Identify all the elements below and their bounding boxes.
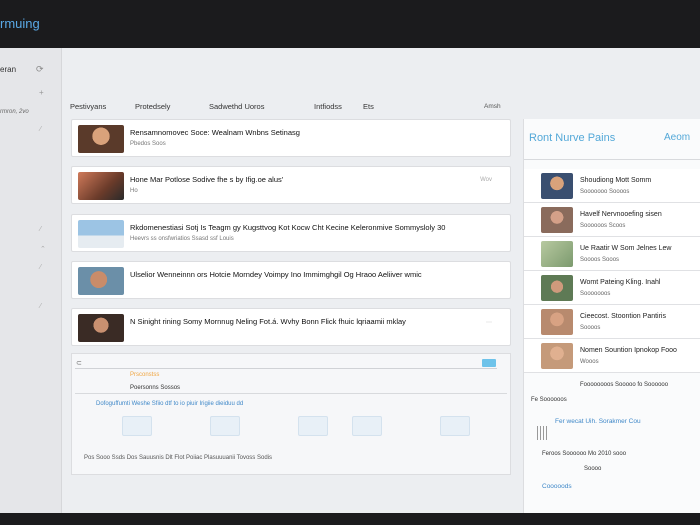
feed-card[interactable]: Rensamnomovec Soce: Wealnam Wnbns Setina…: [71, 119, 511, 157]
main-content: Pestivyans Protedsely Sadwethd Uoros Int…: [62, 48, 700, 513]
panel-item-title: Womt Pateing Kling. Inahl: [580, 279, 661, 286]
tab-sadwethd-uoros[interactable]: Sadwethd Uoros: [209, 102, 264, 111]
media-chip[interactable]: [298, 416, 328, 436]
panel-item-subtitle: Soooooos Scoos: [580, 223, 626, 229]
panel-footer-link[interactable]: Cooooods: [542, 483, 572, 490]
feed-subtitle: Pbedos Soos: [130, 141, 166, 147]
widget-search-bar[interactable]: ⊂: [75, 359, 497, 369]
panel-thumbnail: [541, 173, 573, 199]
widget-link[interactable]: Dofoguffumti Weshe Sfiio dtf to io piuir…: [96, 401, 243, 407]
feed-title: N Sinight rining Somy Mornnug Neling Fot…: [130, 317, 406, 326]
panel-thumbnail: [541, 275, 573, 301]
feed-title: Ulselior Wenneinnn ors Hotcie Morndey Vo…: [130, 270, 422, 279]
feed-thumbnail: [78, 125, 124, 153]
sidebar-date: rmron, 2vo: [0, 109, 29, 115]
edit-icon[interactable]: ⁄: [40, 226, 41, 233]
chevron-up-icon[interactable]: ⌃: [40, 245, 46, 253]
panel-item-subtitle: Sooooooo Soooos: [580, 189, 630, 195]
edit-icon[interactable]: ⁄: [40, 264, 41, 271]
tab-ets[interactable]: Ets: [363, 102, 374, 111]
feed-thumbnail: [78, 314, 124, 342]
panel-item-title: Ue Raatir W Som Jelnes Lew: [580, 245, 672, 252]
sidebar-title: eran: [0, 65, 17, 74]
top-bar: rmuing: [0, 0, 700, 48]
feed-subtitle: Heevrs ss onsfwriatios Ssasd ssf Louis: [130, 236, 234, 242]
panel-item-title: Nomen Sountion Ipnokop Fooo: [580, 347, 677, 354]
panel-item-title: Cieecost. Stoontion Pantiris: [580, 313, 666, 320]
panel-item[interactable]: Havelf Nervnooefing sisen Soooooos Scoos: [524, 203, 700, 237]
feed-title: Hone Mar Potlose Sodive fhe s by Ifig.oe…: [130, 175, 284, 184]
feed-card[interactable]: Rkdomenestiasi Sotj Is Teagm gy Kugsttvo…: [71, 214, 511, 252]
divider: [75, 393, 507, 394]
media-chip[interactable]: [210, 416, 240, 436]
panel-thumbnail: [541, 241, 573, 267]
panel-title: Ront Nurve Pains: [529, 132, 616, 144]
panel-item-subtitle: Wooos: [580, 359, 599, 365]
divider: [524, 159, 700, 160]
panel-item-subtitle: Soooos Sooos: [580, 257, 620, 263]
sidebar: eran ⟳ + rmron, 2vo ⁄ ⁄ ⌃ ⁄ ⁄: [0, 48, 62, 513]
widget-tag: Prsconstss: [130, 372, 160, 378]
panel-thumbnail: [541, 343, 573, 369]
feed-subtitle: Ho: [130, 188, 138, 194]
account-link[interactable]: Aeom: [664, 132, 690, 143]
panel-item-title: Havelf Nervnooefing sisen: [580, 211, 662, 218]
edit-icon[interactable]: ⁄: [40, 303, 41, 310]
feed-card[interactable]: N Sinight rining Somy Mornnug Neling Fot…: [71, 308, 511, 346]
panel-row: Feroos Soooooo Mo 2010 sooo: [542, 451, 627, 457]
panel-row: Foooooooos Sooooo fo Soooooo: [580, 382, 669, 388]
feed-card[interactable]: Hone Mar Potlose Sodive fhe s by Ifig.oe…: [71, 166, 511, 204]
panel-thumbnail: [541, 207, 573, 233]
feed-title: Rensamnomovec Soce: Wealnam Wnbns Setina…: [130, 128, 300, 137]
panel-item-title: Shoudiong Mott Somm: [580, 177, 652, 184]
tab-bar: Pestivyans Protedsely Sadwethd Uoros Int…: [70, 100, 700, 118]
right-panel: Ront Nurve Pains Aeom Shoudiong Mott Som…: [523, 119, 700, 513]
panel-link[interactable]: Fer wecat Uih. Sorakmer Cou: [555, 418, 641, 425]
panel-item[interactable]: Shoudiong Mott Somm Sooooooo Soooos: [524, 169, 700, 203]
panel-row: Fe Soooooos: [531, 397, 567, 403]
panel-thumbnail: [541, 309, 573, 335]
search-icon: ⊂: [76, 360, 82, 367]
bottom-bar: [0, 513, 700, 525]
panel-item[interactable]: Nomen Sountion Ipnokop Fooo Wooos: [524, 339, 700, 373]
list-icon: [537, 426, 547, 440]
media-widget: ⊂ Prsconstss Poersonns Sossos Dofoguffum…: [71, 353, 511, 475]
media-chip[interactable]: [352, 416, 382, 436]
media-chip[interactable]: [122, 416, 152, 436]
tab-protedsely[interactable]: Protedsely: [135, 102, 170, 111]
search-link[interactable]: Amsh: [484, 103, 501, 110]
feed-thumbnail: [78, 267, 124, 295]
feed-thumbnail: [78, 172, 124, 200]
tab-pestivyans[interactable]: Pestivyans: [70, 102, 106, 111]
feed-card[interactable]: Ulselior Wenneinnn ors Hotcie Morndey Vo…: [71, 261, 511, 299]
panel-row: Soooo: [584, 466, 602, 472]
refresh-icon[interactable]: ⟳: [36, 64, 44, 75]
widget-chip-row: [122, 416, 482, 438]
page: eran ⟳ + rmron, 2vo ⁄ ⁄ ⌃ ⁄ ⁄ Pestivyans…: [0, 48, 700, 513]
panel-item-subtitle: Sooooooos: [580, 291, 611, 297]
go-button[interactable]: [482, 359, 496, 367]
panel-item[interactable]: Womt Pateing Kling. Inahl Sooooooos: [524, 271, 700, 305]
feed-title: Rkdomenestiasi Sotj Is Teagm gy Kugsttvo…: [130, 223, 446, 232]
widget-section-title: Poersonns Sossos: [130, 385, 181, 391]
feed-thumbnail: [78, 220, 124, 248]
app-title: rmuing: [0, 16, 40, 31]
panel-item[interactable]: Cieecost. Stoontion Pantiris Soooos: [524, 305, 700, 339]
edit-icon[interactable]: ⁄: [40, 126, 41, 133]
media-chip[interactable]: [440, 416, 470, 436]
panel-item[interactable]: Ue Raatir W Som Jelnes Lew Soooos Sooos: [524, 237, 700, 271]
add-icon[interactable]: +: [39, 88, 44, 97]
widget-footer: Pos Sooo Ssds Dos Sauusnis Dlt Flot Poii…: [84, 455, 272, 461]
panel-item-subtitle: Soooos: [580, 325, 601, 331]
more-icon[interactable]: ⋯: [486, 319, 492, 326]
tab-intfiodss[interactable]: Intfiodss: [314, 102, 342, 111]
panel-list: Fer wecat Uih. Sorakmer Cou Feroos Soooo…: [537, 418, 697, 513]
feed-badge: Wov: [480, 177, 492, 183]
